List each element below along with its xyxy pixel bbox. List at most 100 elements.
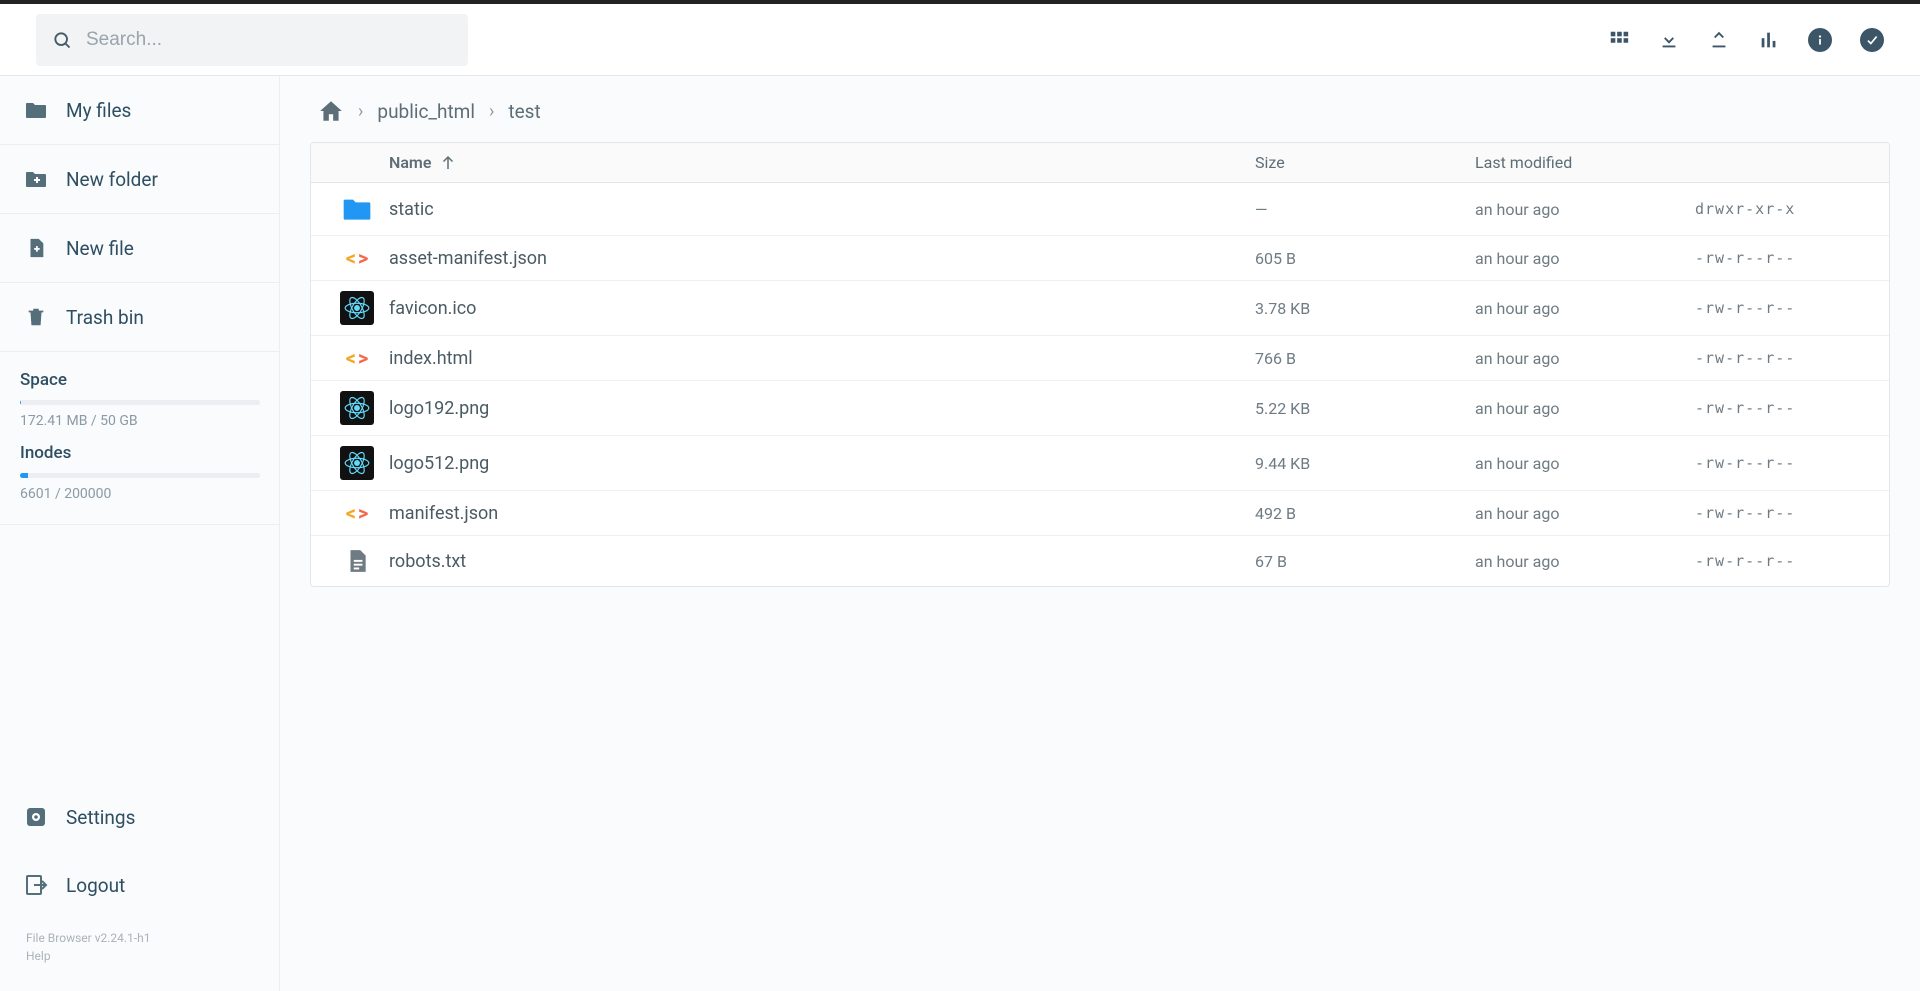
table-row[interactable]: <> index.html766 Ban hour ago-rw-r--r-- — [311, 335, 1889, 380]
table-row[interactable]: <> asset-manifest.json605 Ban hour ago-rw… — [311, 235, 1889, 280]
info-icon[interactable] — [1808, 28, 1832, 52]
gear-icon — [24, 805, 48, 829]
footer: File Browser v2.24.1-h1 Help — [0, 919, 279, 991]
react-icon — [340, 446, 374, 480]
file-name: manifest.json — [389, 503, 1255, 524]
sidebar-item-new-folder[interactable]: New folder — [0, 145, 279, 214]
search-box[interactable] — [36, 14, 468, 66]
sidebar-item-label: My files — [66, 99, 131, 122]
file-modified: an hour ago — [1475, 504, 1695, 523]
file-modified: an hour ago — [1475, 399, 1695, 418]
file-permissions: -rw-r--r-- — [1695, 504, 1875, 522]
file-modified: an hour ago — [1475, 200, 1695, 219]
file-size: 605 B — [1255, 249, 1475, 268]
file-permissions: -rw-r--r-- — [1695, 552, 1875, 570]
file-name: favicon.ico — [389, 298, 1255, 319]
sidebar: My files New folder New file Trash bin S… — [0, 76, 280, 991]
inodes-value: 6601 / 200000 — [20, 486, 259, 502]
breadcrumb-item[interactable]: public_html — [377, 100, 475, 123]
file-permissions: drwxr-xr-x — [1695, 200, 1875, 218]
list-header: Name Size Last modified — [311, 143, 1889, 183]
file-name: logo512.png — [389, 453, 1255, 474]
table-row[interactable]: <> manifest.json492 Ban hour ago-rw-r--r-… — [311, 490, 1889, 535]
file-size: 492 B — [1255, 504, 1475, 523]
file-permissions: -rw-r--r-- — [1695, 349, 1875, 367]
space-title: Space — [20, 370, 259, 390]
sidebar-item-label: New folder — [66, 168, 158, 191]
inodes-title: Inodes — [20, 443, 259, 463]
breadcrumb: › public_html › test — [310, 98, 1890, 142]
file-permissions: -rw-r--r-- — [1695, 299, 1875, 317]
sidebar-item-label: Trash bin — [66, 306, 144, 329]
logout-icon — [24, 873, 48, 897]
sidebar-item-logout[interactable]: Logout — [0, 851, 279, 919]
table-row[interactable]: robots.txt67 Ban hour ago-rw-r--r-- — [311, 535, 1889, 586]
folder-icon — [341, 193, 373, 225]
search-input[interactable] — [86, 29, 452, 51]
file-permissions: -rw-r--r-- — [1695, 454, 1875, 472]
file-modified: an hour ago — [1475, 349, 1695, 368]
chevron-right-icon: › — [358, 101, 363, 122]
sidebar-item-trash[interactable]: Trash bin — [0, 283, 279, 352]
sidebar-item-label: Logout — [66, 874, 125, 897]
select-all-icon[interactable] — [1860, 28, 1884, 52]
header-actions — [1608, 28, 1884, 52]
file-name: robots.txt — [389, 551, 1255, 572]
code-icon: <> — [346, 501, 369, 525]
file-size: — — [1255, 200, 1475, 219]
new-file-icon — [24, 236, 48, 260]
sidebar-item-my-files[interactable]: My files — [0, 76, 279, 145]
footer-help[interactable]: Help — [26, 947, 253, 965]
column-name[interactable]: Name — [389, 153, 1255, 172]
table-row[interactable]: static—an hour agodrwxr-xr-x — [311, 183, 1889, 235]
space-stats: Space 172.41 MB / 50 GB Inodes 6601 / 20… — [0, 352, 279, 525]
footer-version: File Browser v2.24.1-h1 — [26, 929, 253, 947]
home-icon[interactable] — [318, 98, 344, 124]
chevron-right-icon: › — [489, 101, 494, 122]
sidebar-item-label: Settings — [66, 806, 135, 829]
space-bar — [20, 400, 21, 405]
file-size: 67 B — [1255, 552, 1475, 571]
file-size: 9.44 KB — [1255, 454, 1475, 473]
app-header — [0, 4, 1920, 76]
table-row[interactable]: favicon.ico3.78 KBan hour ago-rw-r--r-- — [311, 280, 1889, 335]
breadcrumb-item[interactable]: test — [508, 100, 540, 123]
code-icon: <> — [346, 246, 369, 270]
folder-icon — [24, 98, 48, 122]
file-listing: Name Size Last modified static—an hour a… — [310, 142, 1890, 587]
table-row[interactable]: logo512.png9.44 KBan hour ago-rw-r--r-- — [311, 435, 1889, 490]
file-size: 3.78 KB — [1255, 299, 1475, 318]
search-icon — [52, 30, 72, 50]
file-name: logo192.png — [389, 398, 1255, 419]
column-modified[interactable]: Last modified — [1475, 153, 1695, 172]
trash-icon — [24, 305, 48, 329]
upload-icon[interactable] — [1708, 29, 1730, 51]
main-area: › public_html › test Name Size Last modi… — [280, 76, 1920, 991]
new-folder-icon — [24, 167, 48, 191]
inodes-bar — [20, 473, 28, 478]
file-icon — [344, 546, 370, 576]
stats-icon[interactable] — [1758, 29, 1780, 51]
file-modified: an hour ago — [1475, 299, 1695, 318]
grid-view-icon[interactable] — [1608, 29, 1630, 51]
file-name: index.html — [389, 348, 1255, 369]
react-icon — [340, 391, 374, 425]
sidebar-item-label: New file — [66, 237, 134, 260]
space-value: 172.41 MB / 50 GB — [20, 413, 259, 429]
file-modified: an hour ago — [1475, 552, 1695, 571]
react-icon — [340, 291, 374, 325]
table-row[interactable]: logo192.png5.22 KBan hour ago-rw-r--r-- — [311, 380, 1889, 435]
sort-asc-icon — [439, 154, 457, 172]
sidebar-item-new-file[interactable]: New file — [0, 214, 279, 283]
code-icon: <> — [346, 346, 369, 370]
file-modified: an hour ago — [1475, 249, 1695, 268]
file-size: 5.22 KB — [1255, 399, 1475, 418]
file-size: 766 B — [1255, 349, 1475, 368]
file-permissions: -rw-r--r-- — [1695, 249, 1875, 267]
file-modified: an hour ago — [1475, 454, 1695, 473]
file-name: asset-manifest.json — [389, 248, 1255, 269]
download-icon[interactable] — [1658, 29, 1680, 51]
sidebar-item-settings[interactable]: Settings — [0, 783, 279, 851]
column-size[interactable]: Size — [1255, 153, 1475, 172]
file-permissions: -rw-r--r-- — [1695, 399, 1875, 417]
